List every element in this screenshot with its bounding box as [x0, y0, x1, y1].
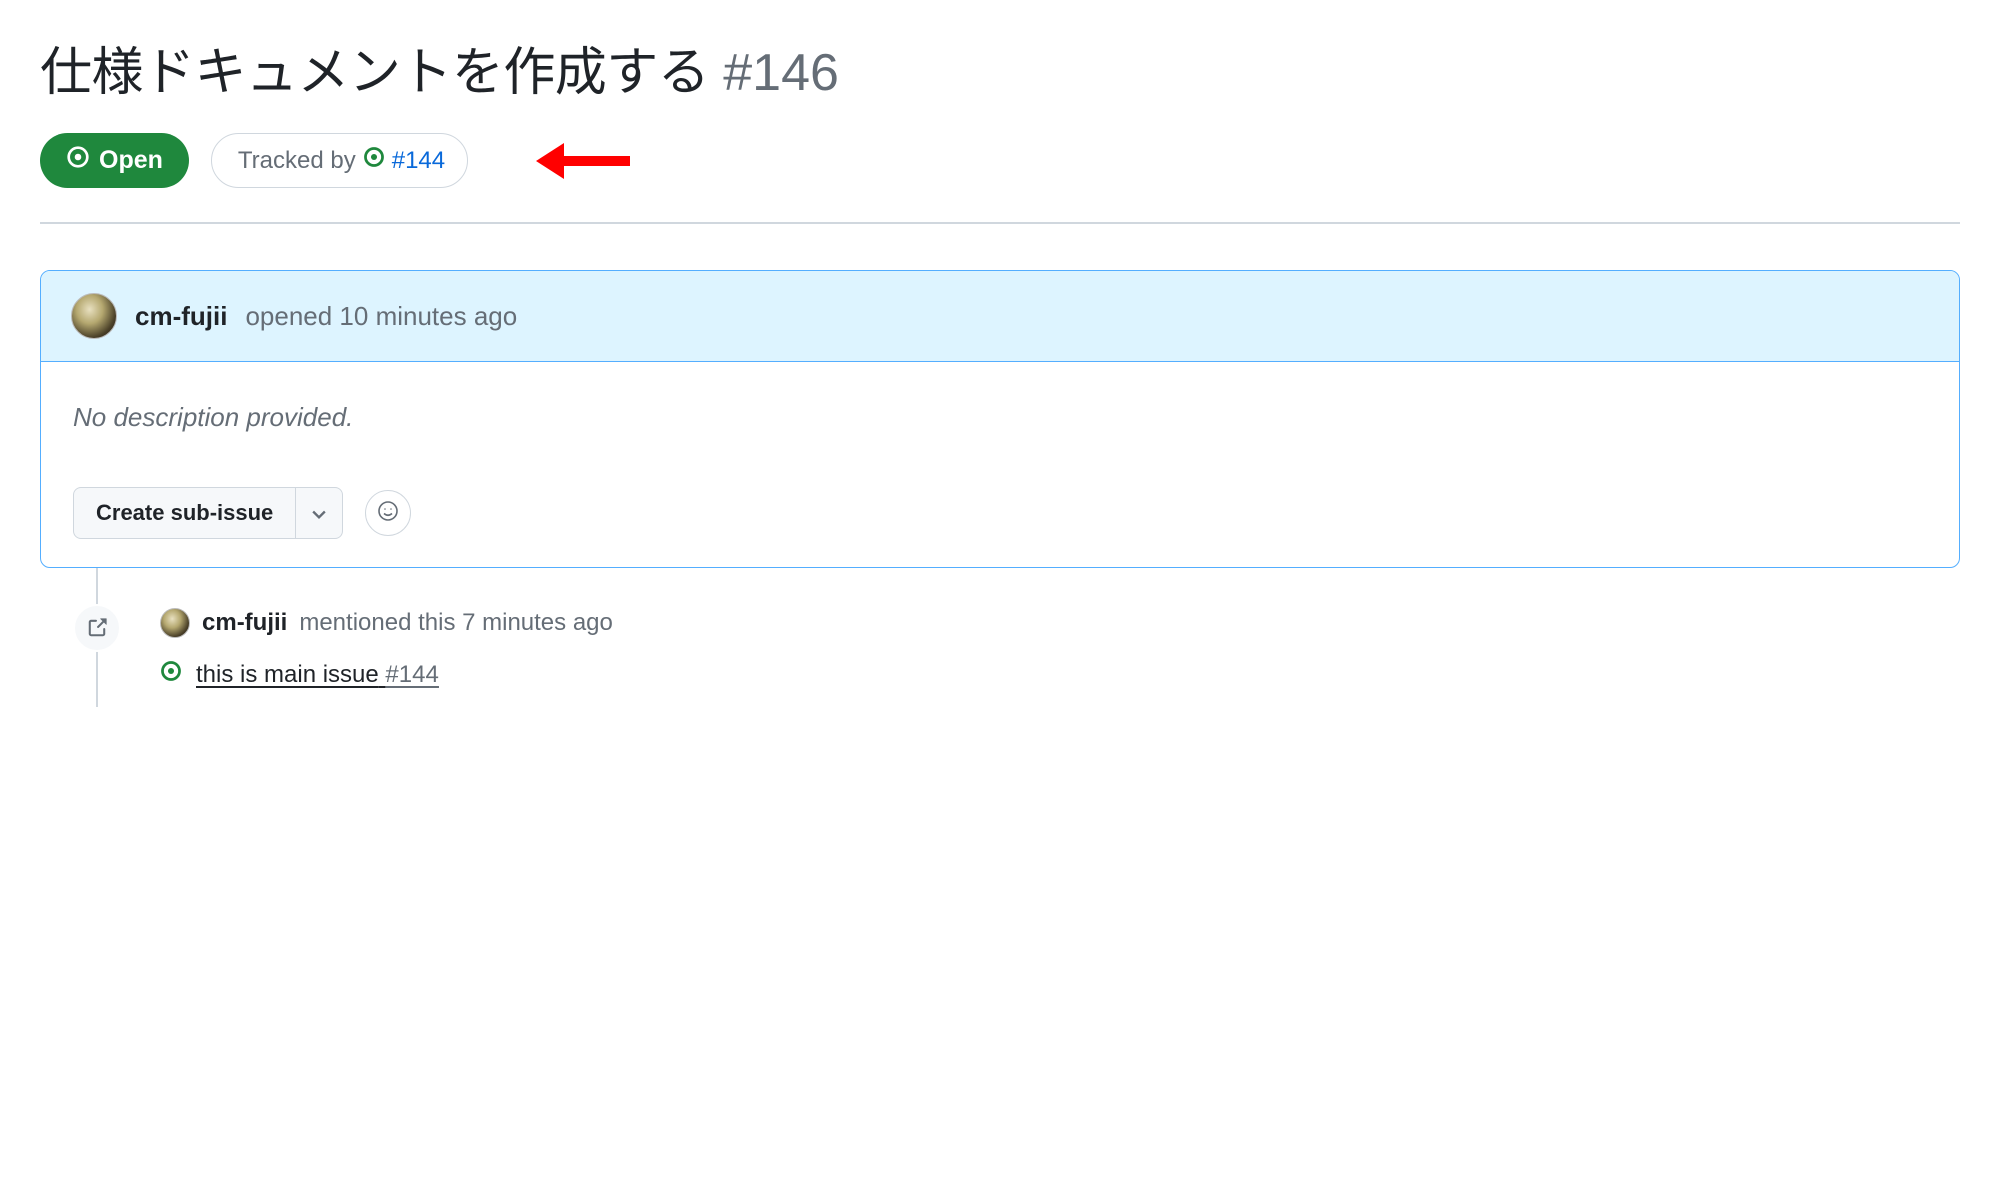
issue-meta-row: Open Tracked by #144 [40, 133, 1960, 188]
status-badge-open: Open [40, 133, 189, 188]
issue-timeline: cm-fujii mentioned this 7 minutes ago th… [96, 568, 1960, 707]
create-sub-issue-button[interactable]: Create sub-issue [74, 488, 296, 538]
comment-action-row: Create sub-issue [73, 487, 1927, 539]
avatar[interactable] [160, 608, 190, 638]
comment-author[interactable]: cm-fujii [135, 301, 227, 332]
chevron-down-icon [312, 500, 326, 526]
issue-title-row: 仕様ドキュメントを作成する #146 [40, 30, 1960, 105]
open-issue-icon [363, 146, 385, 175]
cross-reference-icon [73, 604, 121, 652]
referenced-issue-number: #144 [385, 661, 438, 688]
issue-comment-box: cm-fujii opened 10 minutes ago No descri… [40, 270, 1960, 568]
issue-title: 仕様ドキュメントを作成する [40, 30, 709, 105]
avatar[interactable] [71, 293, 117, 339]
tracked-by-link[interactable]: #144 [392, 147, 445, 175]
issue-number: #146 [723, 43, 839, 103]
create-sub-issue-split-button: Create sub-issue [73, 487, 343, 539]
timeline-item-mention: cm-fujii mentioned this 7 minutes ago th… [98, 608, 1960, 707]
timeline-author[interactable]: cm-fujii [202, 609, 287, 637]
comment-meta: opened 10 minutes ago [245, 301, 517, 332]
smiley-icon [376, 499, 400, 528]
status-label: Open [99, 146, 163, 175]
referenced-issue-title: this is main issue [196, 661, 379, 688]
annotation-arrow [540, 153, 630, 169]
header-divider [40, 222, 1960, 224]
open-issue-icon [66, 145, 90, 176]
open-issue-icon [160, 660, 182, 689]
comment-header: cm-fujii opened 10 minutes ago [41, 271, 1959, 362]
create-sub-issue-dropdown[interactable] [296, 488, 342, 538]
comment-body: No description provided. Create sub-issu… [41, 362, 1959, 567]
add-reaction-button[interactable] [365, 490, 411, 536]
tracked-by-prefix: Tracked by [238, 147, 356, 175]
no-description-text: No description provided. [73, 402, 1927, 433]
referenced-issue-link[interactable]: this is main issue #144 [196, 661, 439, 689]
tracked-by-pill[interactable]: Tracked by #144 [211, 133, 468, 188]
timeline-action: mentioned this 7 minutes ago [299, 609, 613, 637]
